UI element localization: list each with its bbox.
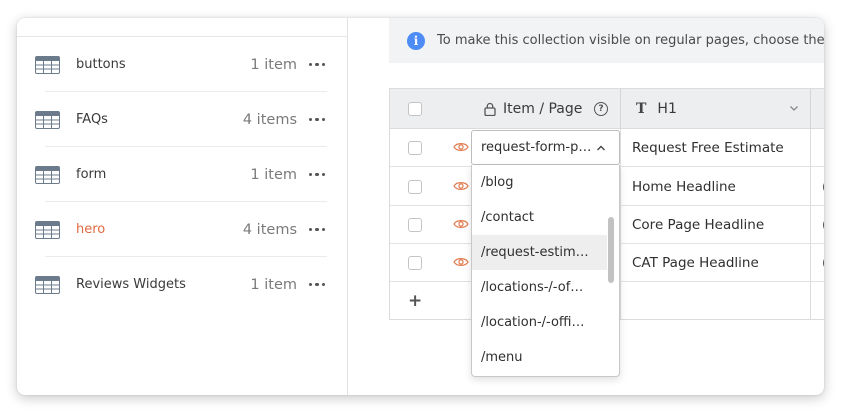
more-options-icon[interactable] (309, 282, 325, 287)
table-icon (35, 220, 60, 239)
row-checkbox[interactable] (408, 141, 422, 155)
banner-text: To make this collection visible on regul… (437, 33, 824, 48)
page-option[interactable]: /contact (472, 200, 607, 235)
collection-item-buttons[interactable]: buttons 1 item (35, 37, 327, 92)
column-header-label: Item / Page (503, 101, 583, 117)
chevron-up-icon (597, 145, 605, 151)
collection-count: 1 item (250, 166, 297, 183)
page-select[interactable]: request-form-p… (471, 130, 620, 165)
info-icon: i (407, 31, 425, 50)
more-options-icon[interactable] (309, 117, 325, 122)
eye-icon[interactable] (453, 218, 469, 230)
eye-icon[interactable] (453, 180, 469, 192)
chevron-down-icon[interactable] (788, 102, 800, 114)
column-divider (620, 89, 621, 129)
page-option[interactable]: /location-/-offi… (472, 305, 607, 340)
more-options-icon[interactable] (309, 62, 325, 67)
h1-cell[interactable]: Request Free Estimate (632, 129, 784, 167)
row-checkbox[interactable] (408, 256, 422, 270)
collection-item-form[interactable]: form 1 item (35, 147, 327, 202)
row-checkbox[interactable] (408, 218, 422, 232)
column-divider (810, 89, 811, 129)
eye-icon[interactable] (453, 256, 469, 268)
column-header-label: H1 (657, 101, 677, 117)
column-header-h1[interactable]: T H1 (636, 89, 677, 129)
collection-name: buttons (76, 57, 126, 72)
collection-count: 4 items (242, 111, 297, 128)
collection-item-hero[interactable]: hero 4 items (35, 202, 327, 257)
table-icon (35, 275, 60, 294)
collection-item-faqs[interactable]: FAQs 4 items (35, 92, 327, 147)
lock-icon (484, 102, 496, 116)
table-icon (35, 55, 60, 74)
collection-item-reviews-widgets[interactable]: Reviews Widgets 1 item (35, 257, 325, 312)
page-option-highlighted[interactable]: /request-estim… (472, 235, 607, 270)
eye-icon[interactable] (453, 141, 469, 153)
collections-sidebar: buttons 1 item FAQs 4 items form 1 item … (17, 18, 348, 395)
page-select-value: request-form-p… (481, 140, 592, 155)
help-icon[interactable]: ? (594, 102, 608, 116)
collection-editor: i To make this collection visible on reg… (349, 18, 824, 395)
collection-name: hero (76, 222, 106, 237)
collection-count: 1 item (250, 276, 297, 293)
table-icon (35, 165, 60, 184)
h1-cell[interactable]: Core Page Headline (632, 206, 764, 244)
collection-name: form (76, 167, 107, 182)
collection-count: 4 items (242, 221, 297, 238)
visibility-info-banner: i To make this collection visible on reg… (389, 18, 824, 63)
h1-cell[interactable]: Home Headline (632, 168, 736, 206)
app-window: buttons 1 item FAQs 4 items form 1 item … (17, 18, 824, 395)
table-header: Item / Page ? T H1 (390, 88, 824, 129)
page-option[interactable]: /menu (472, 340, 607, 375)
select-all-checkbox[interactable] (408, 102, 422, 116)
next-column-cell[interactable]: ( (822, 244, 824, 282)
column-header-item-page[interactable]: Item / Page (484, 89, 582, 129)
text-type-icon: T (636, 101, 647, 117)
add-item-button[interactable]: + (408, 291, 422, 311)
scrollbar-thumb[interactable] (608, 217, 614, 283)
next-column-cell[interactable]: ( (822, 206, 824, 244)
page-option[interactable]: /blog (472, 165, 607, 200)
collection-count: 1 item (250, 56, 297, 73)
page-select-menu: /blog /contact /request-estim… /location… (471, 165, 620, 377)
more-options-icon[interactable] (309, 172, 325, 177)
row-checkbox[interactable] (408, 180, 422, 194)
more-options-icon[interactable] (309, 227, 325, 232)
h1-cell[interactable]: CAT Page Headline (632, 244, 759, 282)
next-column-cell[interactable]: ( (822, 168, 824, 206)
collection-name: FAQs (76, 112, 108, 127)
collection-name: Reviews Widgets (76, 277, 186, 292)
page-option[interactable]: /locations-/-of… (472, 270, 607, 305)
table-icon (35, 110, 60, 129)
